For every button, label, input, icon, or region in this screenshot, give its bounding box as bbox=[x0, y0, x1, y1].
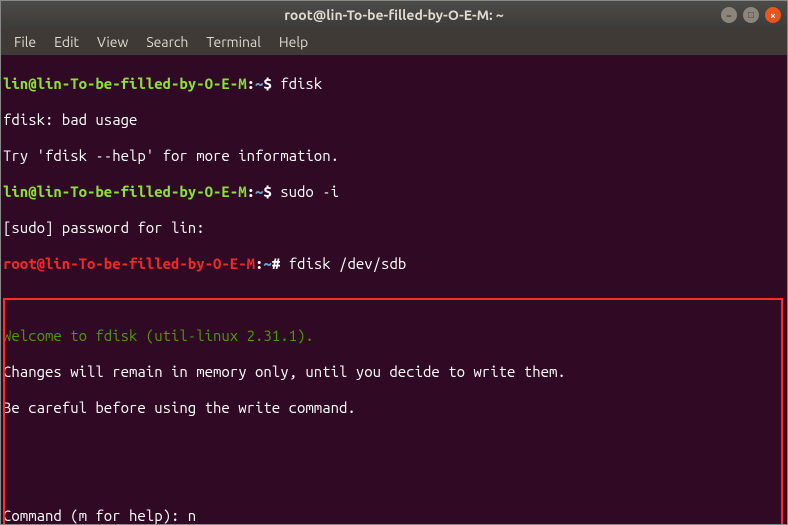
close-icon: × bbox=[770, 10, 776, 21]
terminal-line: lin@lin-To-be-filled-by-O-E-M:~$ fdisk bbox=[3, 75, 785, 93]
terminal-line: Changes will remain in memory only, unti… bbox=[3, 363, 785, 381]
menu-view[interactable]: View bbox=[88, 31, 137, 53]
menubar: File Edit View Search Terminal Help bbox=[1, 29, 787, 55]
menu-help[interactable]: Help bbox=[270, 31, 317, 53]
command-text: fdisk /dev/sdb bbox=[289, 255, 407, 272]
menu-terminal[interactable]: Terminal bbox=[197, 31, 270, 53]
prompt-colon: : bbox=[247, 75, 255, 92]
prompt-symbol: # bbox=[272, 255, 289, 272]
terminal-window: root@lin-To-be-filled-by-O-E-M: ~ − □ × … bbox=[0, 0, 788, 525]
terminal-line: Command (m for help): n bbox=[3, 507, 785, 524]
prompt-colon: : bbox=[247, 183, 255, 200]
titlebar[interactable]: root@lin-To-be-filled-by-O-E-M: ~ − □ × bbox=[1, 1, 787, 29]
terminal-line: Be careful before using the write comman… bbox=[3, 399, 785, 417]
terminal-line-welcome: Welcome to fdisk (util-linux 2.31.1). bbox=[3, 327, 785, 345]
terminal-line: root@lin-To-be-filled-by-O-E-M:~# fdisk … bbox=[3, 255, 785, 273]
window-title: root@lin-To-be-filled-by-O-E-M: ~ bbox=[284, 7, 504, 23]
terminal-line: lin@lin-To-be-filled-by-O-E-M:~$ sudo -i bbox=[3, 183, 785, 201]
prompt-symbol: $ bbox=[263, 183, 280, 200]
minimize-button[interactable]: − bbox=[721, 7, 737, 23]
terminal-line bbox=[3, 435, 785, 453]
prompt-symbol: $ bbox=[263, 75, 280, 92]
close-button[interactable]: × bbox=[765, 7, 781, 23]
terminal-line bbox=[3, 291, 785, 309]
menu-file[interactable]: File bbox=[5, 31, 45, 53]
terminal-line: Try 'fdisk --help' for more information. bbox=[3, 147, 785, 165]
command-text: sudo -i bbox=[280, 183, 339, 200]
prompt-path: ~ bbox=[263, 255, 271, 272]
prompt-user: lin@lin-To-be-filled-by-O-E-M bbox=[3, 75, 247, 92]
command-text: fdisk bbox=[280, 75, 322, 92]
terminal-line: fdisk: bad usage bbox=[3, 111, 785, 129]
maximize-icon: □ bbox=[748, 9, 754, 21]
terminal-line bbox=[3, 471, 785, 489]
menu-search[interactable]: Search bbox=[137, 31, 197, 53]
menu-edit[interactable]: Edit bbox=[45, 31, 88, 53]
minimize-icon: − bbox=[726, 10, 732, 21]
prompt-user: lin@lin-To-be-filled-by-O-E-M bbox=[3, 183, 247, 200]
prompt-root: root@lin-To-be-filled-by-O-E-M bbox=[3, 255, 255, 272]
terminal-line: [sudo] password for lin: bbox=[3, 219, 785, 237]
maximize-button[interactable]: □ bbox=[743, 7, 759, 23]
terminal-body[interactable]: lin@lin-To-be-filled-by-O-E-M:~$ fdisk f… bbox=[1, 55, 787, 524]
window-controls: − □ × bbox=[721, 7, 781, 23]
